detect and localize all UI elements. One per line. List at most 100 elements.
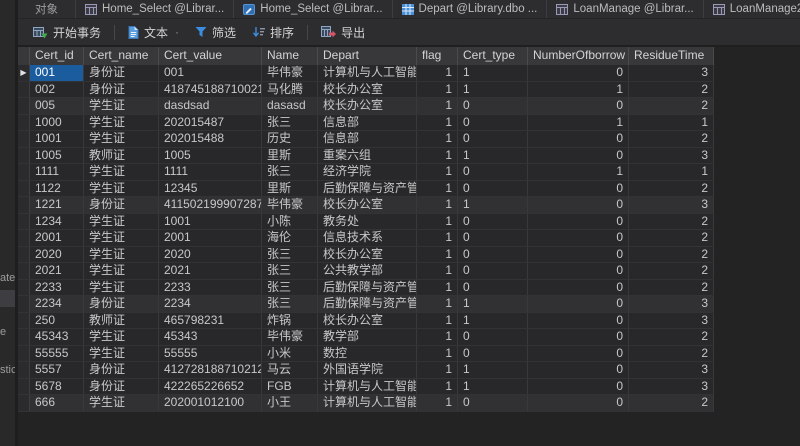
cell-numberofborrow[interactable]: 0: [528, 65, 629, 81]
cell-cert-name[interactable]: 身份证: [84, 362, 159, 378]
table-row[interactable]: 005 学生证 dasdsad dasasd 校长办公室 1 0 0 2: [18, 98, 714, 115]
cell-cert-name[interactable]: 学生证: [84, 181, 159, 197]
column-header-cert-type[interactable]: Cert_type: [458, 47, 528, 65]
cell-flag[interactable]: 1: [417, 346, 458, 362]
cell-name[interactable]: 张三: [262, 280, 318, 296]
cell-cert-type[interactable]: 0: [458, 395, 528, 411]
cell-cert-id[interactable]: 1111: [30, 164, 84, 180]
cell-cert-type[interactable]: 0: [458, 214, 528, 230]
sort-button[interactable]: 排序: [244, 21, 302, 44]
cell-cert-name[interactable]: 学生证: [84, 98, 159, 114]
cell-cert-value[interactable]: dasdsad: [159, 98, 262, 114]
cell-cert-type[interactable]: 1: [458, 362, 528, 378]
cell-cert-name[interactable]: 学生证: [84, 131, 159, 147]
row-selector[interactable]: [18, 164, 30, 180]
cell-name[interactable]: dasasd: [262, 98, 318, 114]
cell-cert-id[interactable]: 2234: [30, 296, 84, 312]
cell-numberofborrow[interactable]: 0: [528, 98, 629, 114]
cell-cert-name[interactable]: 学生证: [84, 230, 159, 246]
table-row[interactable]: 1001 学生证 202015488 历史 信息部 1 0 0 2: [18, 131, 714, 148]
cell-name[interactable]: 小王: [262, 395, 318, 411]
tab-depart-table[interactable]: Depart @Library.dbo ...: [393, 0, 548, 18]
table-row[interactable]: 2001 学生证 2001 海伦 信息技术系 1 0 0 2: [18, 230, 714, 247]
cell-cert-value[interactable]: 41150219990728701: [159, 197, 262, 213]
cell-cert-name[interactable]: 学生证: [84, 346, 159, 362]
cell-name[interactable]: 毕伟豪: [262, 329, 318, 345]
column-header-flag[interactable]: flag: [417, 47, 458, 65]
cell-depart[interactable]: 校长办公室: [318, 98, 417, 114]
cell-flag[interactable]: 1: [417, 98, 458, 114]
cell-cert-type[interactable]: 1: [458, 313, 528, 329]
row-selector[interactable]: [18, 346, 30, 362]
cell-cert-value[interactable]: 1111: [159, 164, 262, 180]
cell-name[interactable]: 张三: [262, 263, 318, 279]
cell-residuetime[interactable]: 2: [629, 82, 714, 98]
row-selector[interactable]: [18, 148, 30, 164]
cell-cert-id[interactable]: 1001: [30, 131, 84, 147]
export-button[interactable]: 导出: [313, 21, 373, 44]
column-header-cert-name[interactable]: Cert_name: [84, 47, 159, 65]
row-selector[interactable]: [18, 379, 30, 395]
text-view-button[interactable]: 文本 ·: [120, 21, 187, 44]
cell-cert-value[interactable]: 2234: [159, 296, 262, 312]
cell-numberofborrow[interactable]: 0: [528, 362, 629, 378]
cell-cert-value[interactable]: 465798231: [159, 313, 262, 329]
cell-cert-type[interactable]: 0: [458, 164, 528, 180]
cell-depart[interactable]: 信息部: [318, 115, 417, 131]
cell-cert-value[interactable]: 55555: [159, 346, 262, 362]
cell-cert-value[interactable]: 1005: [159, 148, 262, 164]
cell-depart[interactable]: 经济学院: [318, 164, 417, 180]
cell-residuetime[interactable]: 2: [629, 98, 714, 114]
tab-objects[interactable]: 对象: [18, 0, 76, 18]
column-header-residuetime[interactable]: ResidueTime: [629, 47, 714, 65]
cell-depart[interactable]: 数控: [318, 346, 417, 362]
cell-cert-value[interactable]: 41272818871021211: [159, 362, 262, 378]
cell-cert-name[interactable]: 学生证: [84, 395, 159, 411]
tab-home-select-design[interactable]: Home_Select @Librar...: [234, 0, 392, 18]
cell-depart[interactable]: 计算机与人工智能学院: [318, 379, 417, 395]
row-selector[interactable]: [18, 98, 30, 114]
cell-name[interactable]: 张三: [262, 296, 318, 312]
cell-cert-id[interactable]: 2001: [30, 230, 84, 246]
cell-numberofborrow[interactable]: 0: [528, 313, 629, 329]
cell-numberofborrow[interactable]: 1: [528, 164, 629, 180]
cell-numberofborrow[interactable]: 0: [528, 214, 629, 230]
cell-depart[interactable]: 信息技术系: [318, 230, 417, 246]
table-row[interactable]: 1122 学生证 12345 里斯 后勤保障与资产管理处 1 0 0 2: [18, 181, 714, 198]
cell-cert-id[interactable]: 5678: [30, 379, 84, 395]
table-row[interactable]: 002 身份证 41874518871002111 马化腾 校长办公室 1 1 …: [18, 82, 714, 99]
table-row[interactable]: 250 教师证 465798231 炸锅 校长办公室 1 1 0 3: [18, 313, 714, 330]
cell-residuetime[interactable]: 3: [629, 148, 714, 164]
table-row[interactable]: 5678 身份证 422265226652 FGB 计算机与人工智能学院 1 1…: [18, 379, 714, 396]
cell-depart[interactable]: 计算机与人工智能学院: [318, 395, 417, 411]
cell-depart[interactable]: 校长办公室: [318, 197, 417, 213]
cell-depart[interactable]: 重案六组: [318, 148, 417, 164]
cell-numberofborrow[interactable]: 0: [528, 181, 629, 197]
table-row[interactable]: 1000 学生证 202015487 张三 信息部 1 0 1 1: [18, 115, 714, 132]
cell-cert-type[interactable]: 0: [458, 131, 528, 147]
row-selector[interactable]: [18, 296, 30, 312]
cell-residuetime[interactable]: 3: [629, 379, 714, 395]
cell-numberofborrow[interactable]: 0: [528, 148, 629, 164]
cell-depart[interactable]: 校长办公室: [318, 313, 417, 329]
cell-cert-id[interactable]: 001: [30, 65, 84, 81]
cell-residuetime[interactable]: 3: [629, 296, 714, 312]
cell-depart[interactable]: 信息部: [318, 131, 417, 147]
table-row[interactable]: 1005 教师证 1005 里斯 重案六组 1 1 0 3: [18, 148, 714, 165]
table-row[interactable]: ▶ 001 身份证 001 毕伟豪 计算机与人工智能学院 1 1 0 3: [18, 65, 714, 82]
cell-flag[interactable]: 1: [417, 263, 458, 279]
cell-flag[interactable]: 1: [417, 280, 458, 296]
cell-depart[interactable]: 后勤保障与资产管理处: [318, 181, 417, 197]
cell-cert-id[interactable]: 005: [30, 98, 84, 114]
cell-cert-name[interactable]: 教师证: [84, 148, 159, 164]
cell-cert-value[interactable]: 2020: [159, 247, 262, 263]
cell-name[interactable]: 小米: [262, 346, 318, 362]
cell-residuetime[interactable]: 1: [629, 164, 714, 180]
cell-name[interactable]: 马云: [262, 362, 318, 378]
row-selector[interactable]: [18, 197, 30, 213]
cell-cert-value[interactable]: 202001012100: [159, 395, 262, 411]
cell-cert-value[interactable]: 2233: [159, 280, 262, 296]
tab-loanmanage-view[interactable]: LoanManage @Librar...: [547, 0, 703, 18]
cell-cert-type[interactable]: 1: [458, 82, 528, 98]
tab-home-select-view[interactable]: Home_Select @Librar...: [76, 0, 234, 18]
